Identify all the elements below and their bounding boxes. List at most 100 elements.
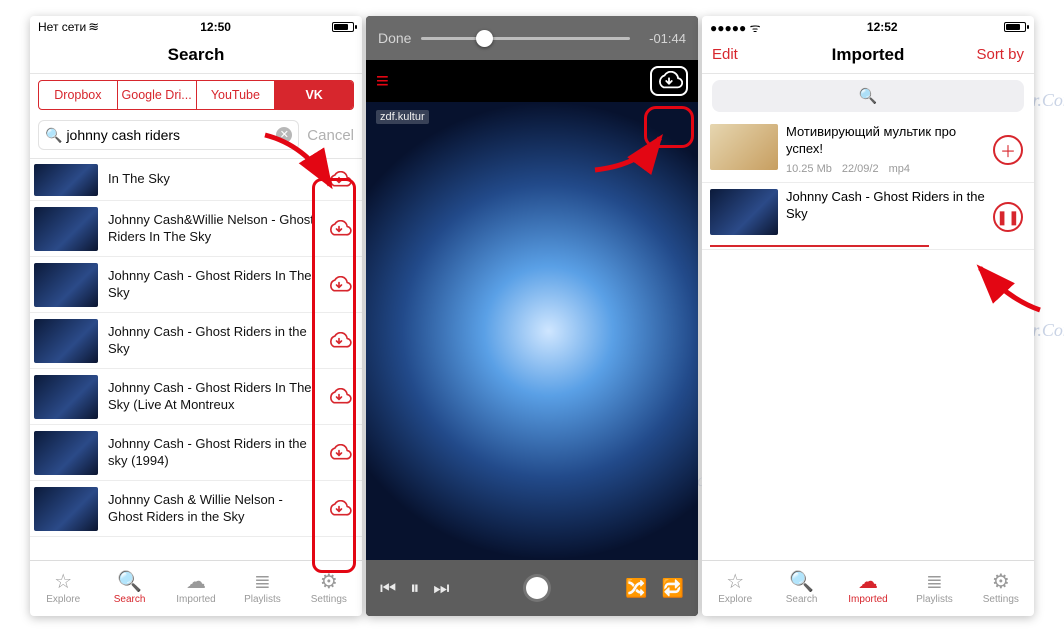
item-meta: 10.25 Mb 22/09/2 mp4 [786,162,985,176]
airplay-icon[interactable] [526,577,548,599]
tab-playlists[interactable]: ≣Playlists [901,561,967,616]
search-icon: 🔍 [45,127,62,144]
tab-imported[interactable]: ☁Imported [163,561,229,616]
tab-search[interactable]: 🔍Search [768,561,834,616]
result-title: Johnny Cash - Ghost Riders In The Sky (L… [98,380,324,413]
download-button[interactable] [324,438,354,468]
imported-row[interactable]: Мотивирующий мультик про успех! 10.25 Mb… [702,118,1034,183]
menu-icon[interactable]: ≡ [376,68,387,94]
pause-button[interactable]: ❚❚ [993,202,1023,232]
shuffle-icon[interactable]: 🔀 [625,578,647,599]
result-thumb [34,319,98,363]
imported-list: Мотивирующий мультик про успех! 10.25 Mb… [702,118,1034,560]
battery-icon [1004,22,1026,32]
battery-icon [332,22,354,32]
download-button[interactable] [324,494,354,524]
source-tab-dropbox[interactable]: Dropbox [39,81,118,109]
player-controls: ⏮ ⏸ ⏭ 🔀 🔁 [366,560,698,616]
result-title: Johnny Cash & Willie Nelson - Ghost Ride… [98,492,324,525]
result-title: In The Sky [98,171,324,187]
header: Edit Imported Sort by [702,36,1034,74]
pause-icon[interactable]: ⏸ [410,578,419,599]
tab-settings[interactable]: ⚙Settings [296,561,362,616]
search-row: 🔍 ✕ Cancel [30,116,362,159]
search-box[interactable]: 🔍 ✕ [38,120,299,150]
scrub-bar[interactable]: Done -01:44 [366,16,698,60]
result-row[interactable]: Johnny Cash - Ghost Riders In The Sky (L… [30,369,362,425]
add-button[interactable]: ＋ [993,135,1023,165]
result-thumb [34,207,98,251]
cloud-down-icon: ☁ [186,572,206,592]
next-icon[interactable]: ⏭ [433,578,449,599]
status-bar: ●●●●● ᯤ 12:52 [702,16,1034,36]
done-button[interactable]: Done [378,30,411,46]
progress-thumb[interactable] [476,30,493,47]
gear-icon: ⚙ [992,572,1010,592]
result-thumb [34,431,98,475]
result-row[interactable]: In The Sky [30,159,362,201]
download-button[interactable] [324,382,354,412]
source-tab-youtube[interactable]: YouTube [197,81,276,109]
list-icon: ≣ [254,572,271,592]
phone-player-screen: Done -01:44 ≡ zdf.kultur ⏮ ⏸ ⏭ 🔀 🔁 [366,16,698,616]
phone-imported-screen: ●●●●● ᯤ 12:52 Edit Imported Sort by 🔍 Мо… [702,16,1034,616]
result-row[interactable]: Johnny Cash - Ghost Riders In The Sky [30,257,362,313]
result-thumb [34,375,98,419]
source-tab-vk[interactable]: VK [275,81,353,109]
star-icon: ☆ [54,572,72,592]
download-button[interactable] [324,326,354,356]
source-tab-google-drive[interactable]: Google Dri... [118,81,197,109]
edit-button[interactable]: Edit [712,36,738,73]
result-row[interactable]: Johnny Cash - Ghost Riders in the sky (1… [30,425,362,481]
cancel-button[interactable]: Cancel [307,127,354,144]
source-tabs: Dropbox Google Dri... YouTube VK [38,80,354,110]
result-title: Johnny Cash - Ghost Riders in the sky (1… [98,436,324,469]
phone-search-screen: Нет сети 12:50 Search Dropbox Google Dri… [30,16,362,616]
repeat-icon[interactable]: 🔁 [662,578,684,599]
sort-by-button[interactable]: Sort by [976,36,1024,73]
video-cover[interactable]: zdf.kultur [366,102,698,560]
search-icon: 🔍 [859,87,878,105]
imported-row[interactable]: Johnny Cash - Ghost Riders in the Sky ❚❚ [702,183,1034,245]
result-row[interactable]: Johnny Cash - Ghost Riders in the Sky [30,313,362,369]
tab-explore[interactable]: ☆Explore [30,561,96,616]
progress-track[interactable] [421,37,630,40]
result-thumb [34,164,98,196]
tab-search[interactable]: 🔍Search [96,561,162,616]
download-button[interactable] [650,66,688,96]
result-title: Johnny Cash - Ghost Riders In The Sky [98,268,324,301]
tab-bar: ☆Explore 🔍Search ☁Imported ≣Playlists ⚙S… [702,560,1034,616]
results-list: In The Sky Johnny Cash&Willie Nelson - G… [30,159,362,560]
download-button[interactable] [324,270,354,300]
tab-explore[interactable]: ☆Explore [702,561,768,616]
header: Search [30,36,362,74]
download-button[interactable] [324,214,354,244]
page-title: Imported [832,45,905,65]
prev-icon[interactable]: ⏮ [380,578,396,599]
now-playing-bar: ≡ [366,60,698,102]
search-input[interactable] [66,127,276,143]
search-icon: 🔍 [117,572,142,592]
search-box[interactable]: 🔍 [712,80,1024,112]
tab-settings[interactable]: ⚙Settings [968,561,1034,616]
item-title: Мотивирующий мультик про успех! [786,124,985,158]
star-icon: ☆ [726,572,744,592]
result-row[interactable]: Johnny Cash & Willie Nelson - Ghost Ride… [30,481,362,537]
status-time: 12:50 [200,20,231,34]
search-icon: 🔍 [789,572,814,592]
status-bar: Нет сети 12:50 [30,16,362,36]
download-button[interactable] [324,165,354,195]
tab-imported[interactable]: ☁Imported [835,561,901,616]
tab-playlists[interactable]: ≣Playlists [229,561,295,616]
result-row[interactable]: Johnny Cash&Willie Nelson - Ghost Riders… [30,201,362,257]
list-icon: ≣ [926,572,943,592]
cloud-down-icon: ☁ [858,572,878,592]
time-remaining: -01:44 [640,31,686,46]
broadcaster-label: zdf.kultur [376,110,429,124]
clear-icon[interactable]: ✕ [276,127,292,143]
gear-icon: ⚙ [320,572,338,592]
result-thumb [34,487,98,531]
status-carrier: ●●●●● ᯤ [710,19,761,36]
status-carrier: Нет сети [38,19,99,35]
result-title: Johnny Cash - Ghost Riders in the Sky [98,324,324,357]
